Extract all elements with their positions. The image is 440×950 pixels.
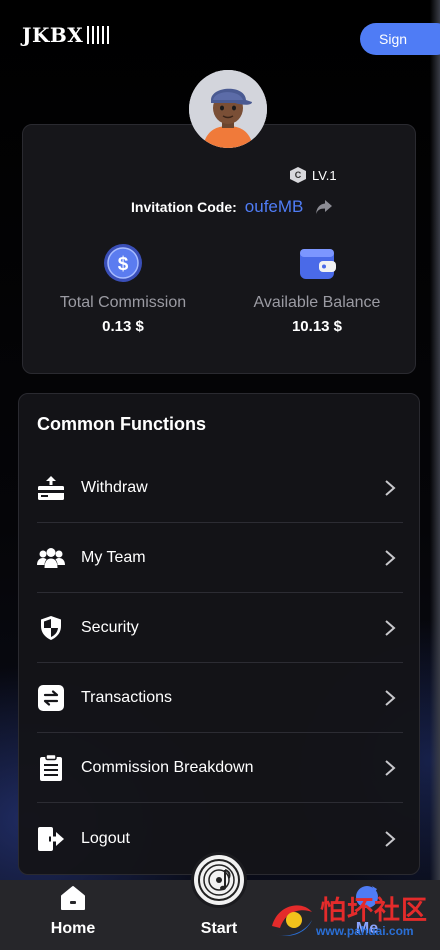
available-balance-value: 10.13 $: [291, 318, 343, 335]
brand-logo: JKBX: [22, 23, 110, 47]
menu-item-commission-breakdown[interactable]: Commission Breakdown: [37, 733, 403, 803]
menu-label-security: Security: [81, 618, 139, 636]
watermark-logo: 怕坏社区 www.pahuai.com: [268, 886, 440, 950]
logout-icon: [37, 825, 65, 853]
invitation-code[interactable]: oufeMB: [245, 197, 304, 217]
chevron-right-icon: [385, 619, 396, 636]
wallet-icon: [300, 249, 336, 279]
transfer-icon: [37, 684, 65, 712]
available-balance-label: Available Balance: [253, 294, 381, 311]
watermark-brand: 怕坏社区: [320, 896, 429, 926]
avatar[interactable]: [189, 70, 267, 148]
watermark-emblem-icon: [272, 905, 312, 936]
dollar-coin-icon: $: [104, 244, 142, 282]
vinyl-record-icon: [198, 859, 240, 901]
avatar-character-icon: [189, 70, 267, 148]
available-balance-stat: Available Balance 10.13 $: [232, 243, 402, 335]
me-page: JKBX Sign C LV.1 Invitation Code: oufeMB: [0, 0, 440, 950]
withdraw-icon: [37, 474, 65, 502]
level-badge: C LV.1: [290, 167, 337, 183]
common-functions-card: Common Functions Withdraw My Team Securi…: [18, 393, 420, 875]
menu-label-my-team: My Team: [81, 548, 146, 566]
level-text: LV.1: [312, 167, 337, 183]
clipboard-icon: [37, 753, 65, 782]
share-icon[interactable]: [315, 199, 333, 215]
team-icon: [37, 544, 65, 572]
menu-item-transactions[interactable]: Transactions: [37, 663, 403, 733]
watermark-url: www.pahuai.com: [316, 924, 414, 938]
menu-item-security[interactable]: Security: [37, 593, 403, 663]
nav-home[interactable]: Home: [23, 880, 123, 950]
nav-home-label: Home: [50, 920, 96, 937]
level-hex-icon: C: [290, 167, 306, 183]
menu-item-withdraw[interactable]: Withdraw: [37, 453, 403, 523]
scroll-edge: [430, 0, 440, 880]
chevron-right-icon: [385, 831, 396, 847]
menu-label-logout: Logout: [81, 830, 130, 847]
home-icon: [61, 886, 85, 910]
chevron-right-icon: [385, 759, 396, 776]
chevron-right-icon: [385, 549, 396, 566]
svg-text:$: $: [118, 254, 129, 275]
start-button[interactable]: [191, 852, 247, 908]
logo-text: JKBX: [22, 23, 84, 47]
menu-label-commission-breakdown: Commission Breakdown: [81, 758, 254, 776]
shield-icon: [37, 614, 65, 642]
total-commission-value: 0.13 $: [102, 318, 144, 335]
menu-label-transactions: Transactions: [81, 688, 172, 706]
invitation-label: Invitation Code:: [131, 199, 237, 215]
chevron-right-icon: [385, 689, 396, 706]
chevron-right-icon: [385, 479, 396, 496]
common-functions-title: Common Functions: [37, 414, 206, 434]
nav-start-label: Start: [200, 920, 238, 937]
logo-bars-icon: [87, 26, 110, 44]
invitation-row: Invitation Code: oufeMB: [131, 197, 333, 217]
total-commission-stat: $ Total Commission 0.13 $: [38, 243, 208, 335]
total-commission-label: Total Commission: [59, 294, 187, 311]
menu-label-withdraw: Withdraw: [81, 478, 148, 496]
sign-button[interactable]: Sign: [360, 23, 440, 55]
menu-item-my-team[interactable]: My Team: [37, 523, 403, 593]
